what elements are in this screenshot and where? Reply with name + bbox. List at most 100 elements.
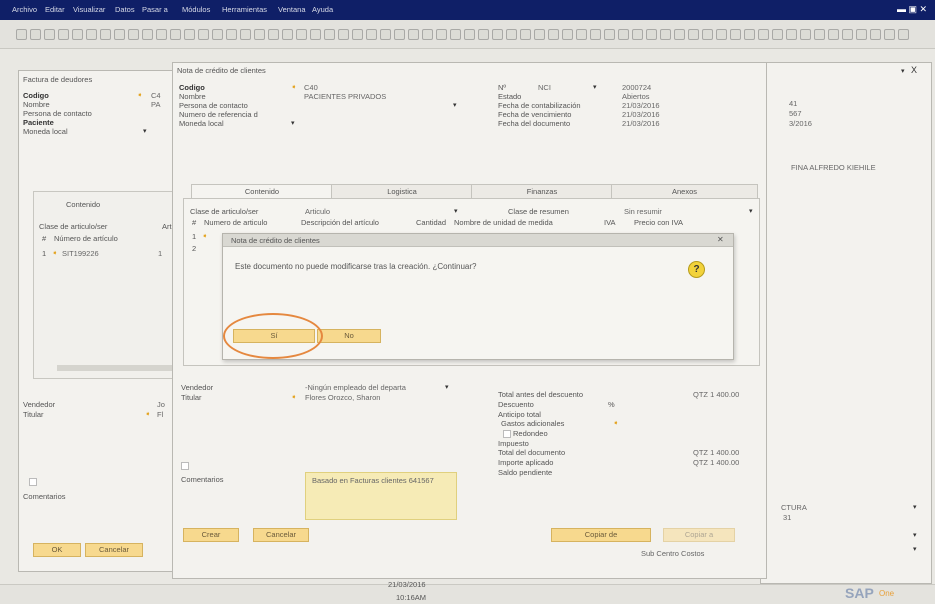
toolbar-icon[interactable] xyxy=(408,29,419,40)
horizontal-scrollbar[interactable] xyxy=(57,365,177,371)
dropdown-icon[interactable]: ▾ xyxy=(749,207,753,215)
clase-value[interactable]: Articulo xyxy=(305,207,330,216)
menu-ayuda[interactable]: Ayuda xyxy=(312,5,333,14)
tab-anexos[interactable]: Anexos xyxy=(611,184,758,198)
toolbar-icon[interactable] xyxy=(72,29,83,40)
toolbar-icon[interactable] xyxy=(30,29,41,40)
toolbar-icon[interactable] xyxy=(296,29,307,40)
toolbar-icon[interactable] xyxy=(562,29,573,40)
toolbar-icon[interactable] xyxy=(366,29,377,40)
toolbar-icon[interactable] xyxy=(884,29,895,40)
toolbar-icon[interactable] xyxy=(128,29,139,40)
toolbar-icon[interactable] xyxy=(58,29,69,40)
toolbar-icon[interactable] xyxy=(338,29,349,40)
menu-modulos[interactable]: Módulos xyxy=(182,5,210,14)
toolbar-icon[interactable] xyxy=(436,29,447,40)
toolbar-icon[interactable] xyxy=(254,29,265,40)
toolbar-icon[interactable] xyxy=(450,29,461,40)
toolbar-icon[interactable] xyxy=(16,29,27,40)
close-icon[interactable]: X xyxy=(911,65,917,75)
dropdown-icon[interactable]: ▾ xyxy=(913,531,917,539)
menu-archivo[interactable]: Archivo xyxy=(12,5,37,14)
link-arrow-icon[interactable]: ➧ xyxy=(291,393,299,401)
toolbar-icon[interactable] xyxy=(660,29,671,40)
toolbar-icon[interactable] xyxy=(86,29,97,40)
toolbar-icon[interactable] xyxy=(464,29,475,40)
ok-button[interactable]: OK xyxy=(33,543,81,557)
toolbar-icon[interactable] xyxy=(688,29,699,40)
toolbar-icon[interactable] xyxy=(870,29,881,40)
no-button[interactable]: No xyxy=(317,329,381,343)
crear-button[interactable]: Crear xyxy=(183,528,239,542)
close-icon[interactable]: ✕ xyxy=(717,235,724,244)
toolbar-icon[interactable] xyxy=(156,29,167,40)
dropdown-icon[interactable]: ▾ xyxy=(913,545,917,553)
link-arrow-icon[interactable]: ➧ xyxy=(291,83,299,91)
toolbar-icon[interactable] xyxy=(506,29,517,40)
toolbar-icon[interactable] xyxy=(856,29,867,40)
fecha-cont-value[interactable]: 21/03/2016 xyxy=(622,101,660,110)
tab-finanzas[interactable]: Finanzas xyxy=(471,184,613,198)
tab-logistica[interactable]: Logistica xyxy=(331,184,473,198)
toolbar-icon[interactable] xyxy=(702,29,713,40)
toolbar-icon[interactable] xyxy=(492,29,503,40)
toolbar-icon[interactable] xyxy=(142,29,153,40)
tab-contenido[interactable]: Contenido xyxy=(66,200,100,209)
toolbar-icon[interactable] xyxy=(842,29,853,40)
toolbar-icon[interactable] xyxy=(184,29,195,40)
dropdown-icon[interactable]: ▾ xyxy=(453,101,457,109)
toolbar-icon[interactable] xyxy=(44,29,55,40)
menu-ventana[interactable]: Ventana xyxy=(278,5,306,14)
toolbar-icon[interactable] xyxy=(534,29,545,40)
numero-series[interactable]: NCI xyxy=(538,83,551,92)
menu-datos[interactable]: Datos xyxy=(115,5,135,14)
copiar-a-button[interactable]: Copiar a xyxy=(663,528,735,542)
dropdown-icon[interactable]: ▾ xyxy=(454,207,458,215)
comentarios-textarea[interactable]: Basado en Facturas clientes 641567 xyxy=(305,472,457,520)
window-controls-icon[interactable]: ▬ ▣ ✕ xyxy=(897,4,927,15)
dropdown-icon[interactable]: ▾ xyxy=(901,67,905,75)
copiar-de-button[interactable]: Copiar de xyxy=(551,528,651,542)
link-arrow-icon[interactable]: ➧ xyxy=(145,410,153,418)
dropdown-icon[interactable]: ▾ xyxy=(593,83,597,91)
resumen-value[interactable]: Sin resumir xyxy=(624,207,662,216)
menu-herramientas[interactable]: Herramientas xyxy=(222,5,267,14)
toolbar-icon[interactable] xyxy=(674,29,685,40)
toolbar-icon[interactable] xyxy=(268,29,279,40)
menu-pasar-a[interactable]: Pasar a xyxy=(142,5,168,14)
dropdown-icon[interactable]: ▾ xyxy=(445,383,449,391)
toolbar-icon[interactable] xyxy=(310,29,321,40)
toolbar-icon[interactable] xyxy=(394,29,405,40)
toolbar-icon[interactable] xyxy=(730,29,741,40)
toolbar-icon[interactable] xyxy=(716,29,727,40)
toolbar-icon[interactable] xyxy=(380,29,391,40)
cancelar-button[interactable]: Cancelar xyxy=(253,528,309,542)
link-arrow-icon[interactable]: ➧ xyxy=(613,419,621,427)
toolbar-icon[interactable] xyxy=(100,29,111,40)
toolbar-icon[interactable] xyxy=(590,29,601,40)
dropdown-icon[interactable]: ▾ xyxy=(291,119,295,127)
toolbar-icon[interactable] xyxy=(114,29,125,40)
vendedor-value[interactable]: -Ningún empleado del departa xyxy=(305,383,406,392)
toolbar-icon[interactable] xyxy=(240,29,251,40)
toolbar-icon[interactable] xyxy=(352,29,363,40)
toolbar-icon[interactable] xyxy=(226,29,237,40)
toolbar-icon[interactable] xyxy=(646,29,657,40)
toolbar-icon[interactable] xyxy=(576,29,587,40)
toolbar-icon[interactable] xyxy=(478,29,489,40)
fecha-venc-value[interactable]: 21/03/2016 xyxy=(622,110,660,119)
toolbar-icon[interactable] xyxy=(814,29,825,40)
toolbar-icon[interactable] xyxy=(170,29,181,40)
toolbar-icon[interactable] xyxy=(828,29,839,40)
toolbar-icon[interactable] xyxy=(898,29,909,40)
link-arrow-icon[interactable]: ➧ xyxy=(202,232,210,240)
toolbar-icon[interactable] xyxy=(324,29,335,40)
toolbar-icon[interactable] xyxy=(618,29,629,40)
redondeo-checkbox[interactable] xyxy=(503,430,511,438)
link-arrow-icon[interactable]: ➧ xyxy=(137,91,145,99)
toolbar-icon[interactable] xyxy=(422,29,433,40)
toolbar-icon[interactable] xyxy=(632,29,643,40)
menu-editar[interactable]: Editar xyxy=(45,5,65,14)
toolbar-icon[interactable] xyxy=(198,29,209,40)
toolbar-icon[interactable] xyxy=(772,29,783,40)
